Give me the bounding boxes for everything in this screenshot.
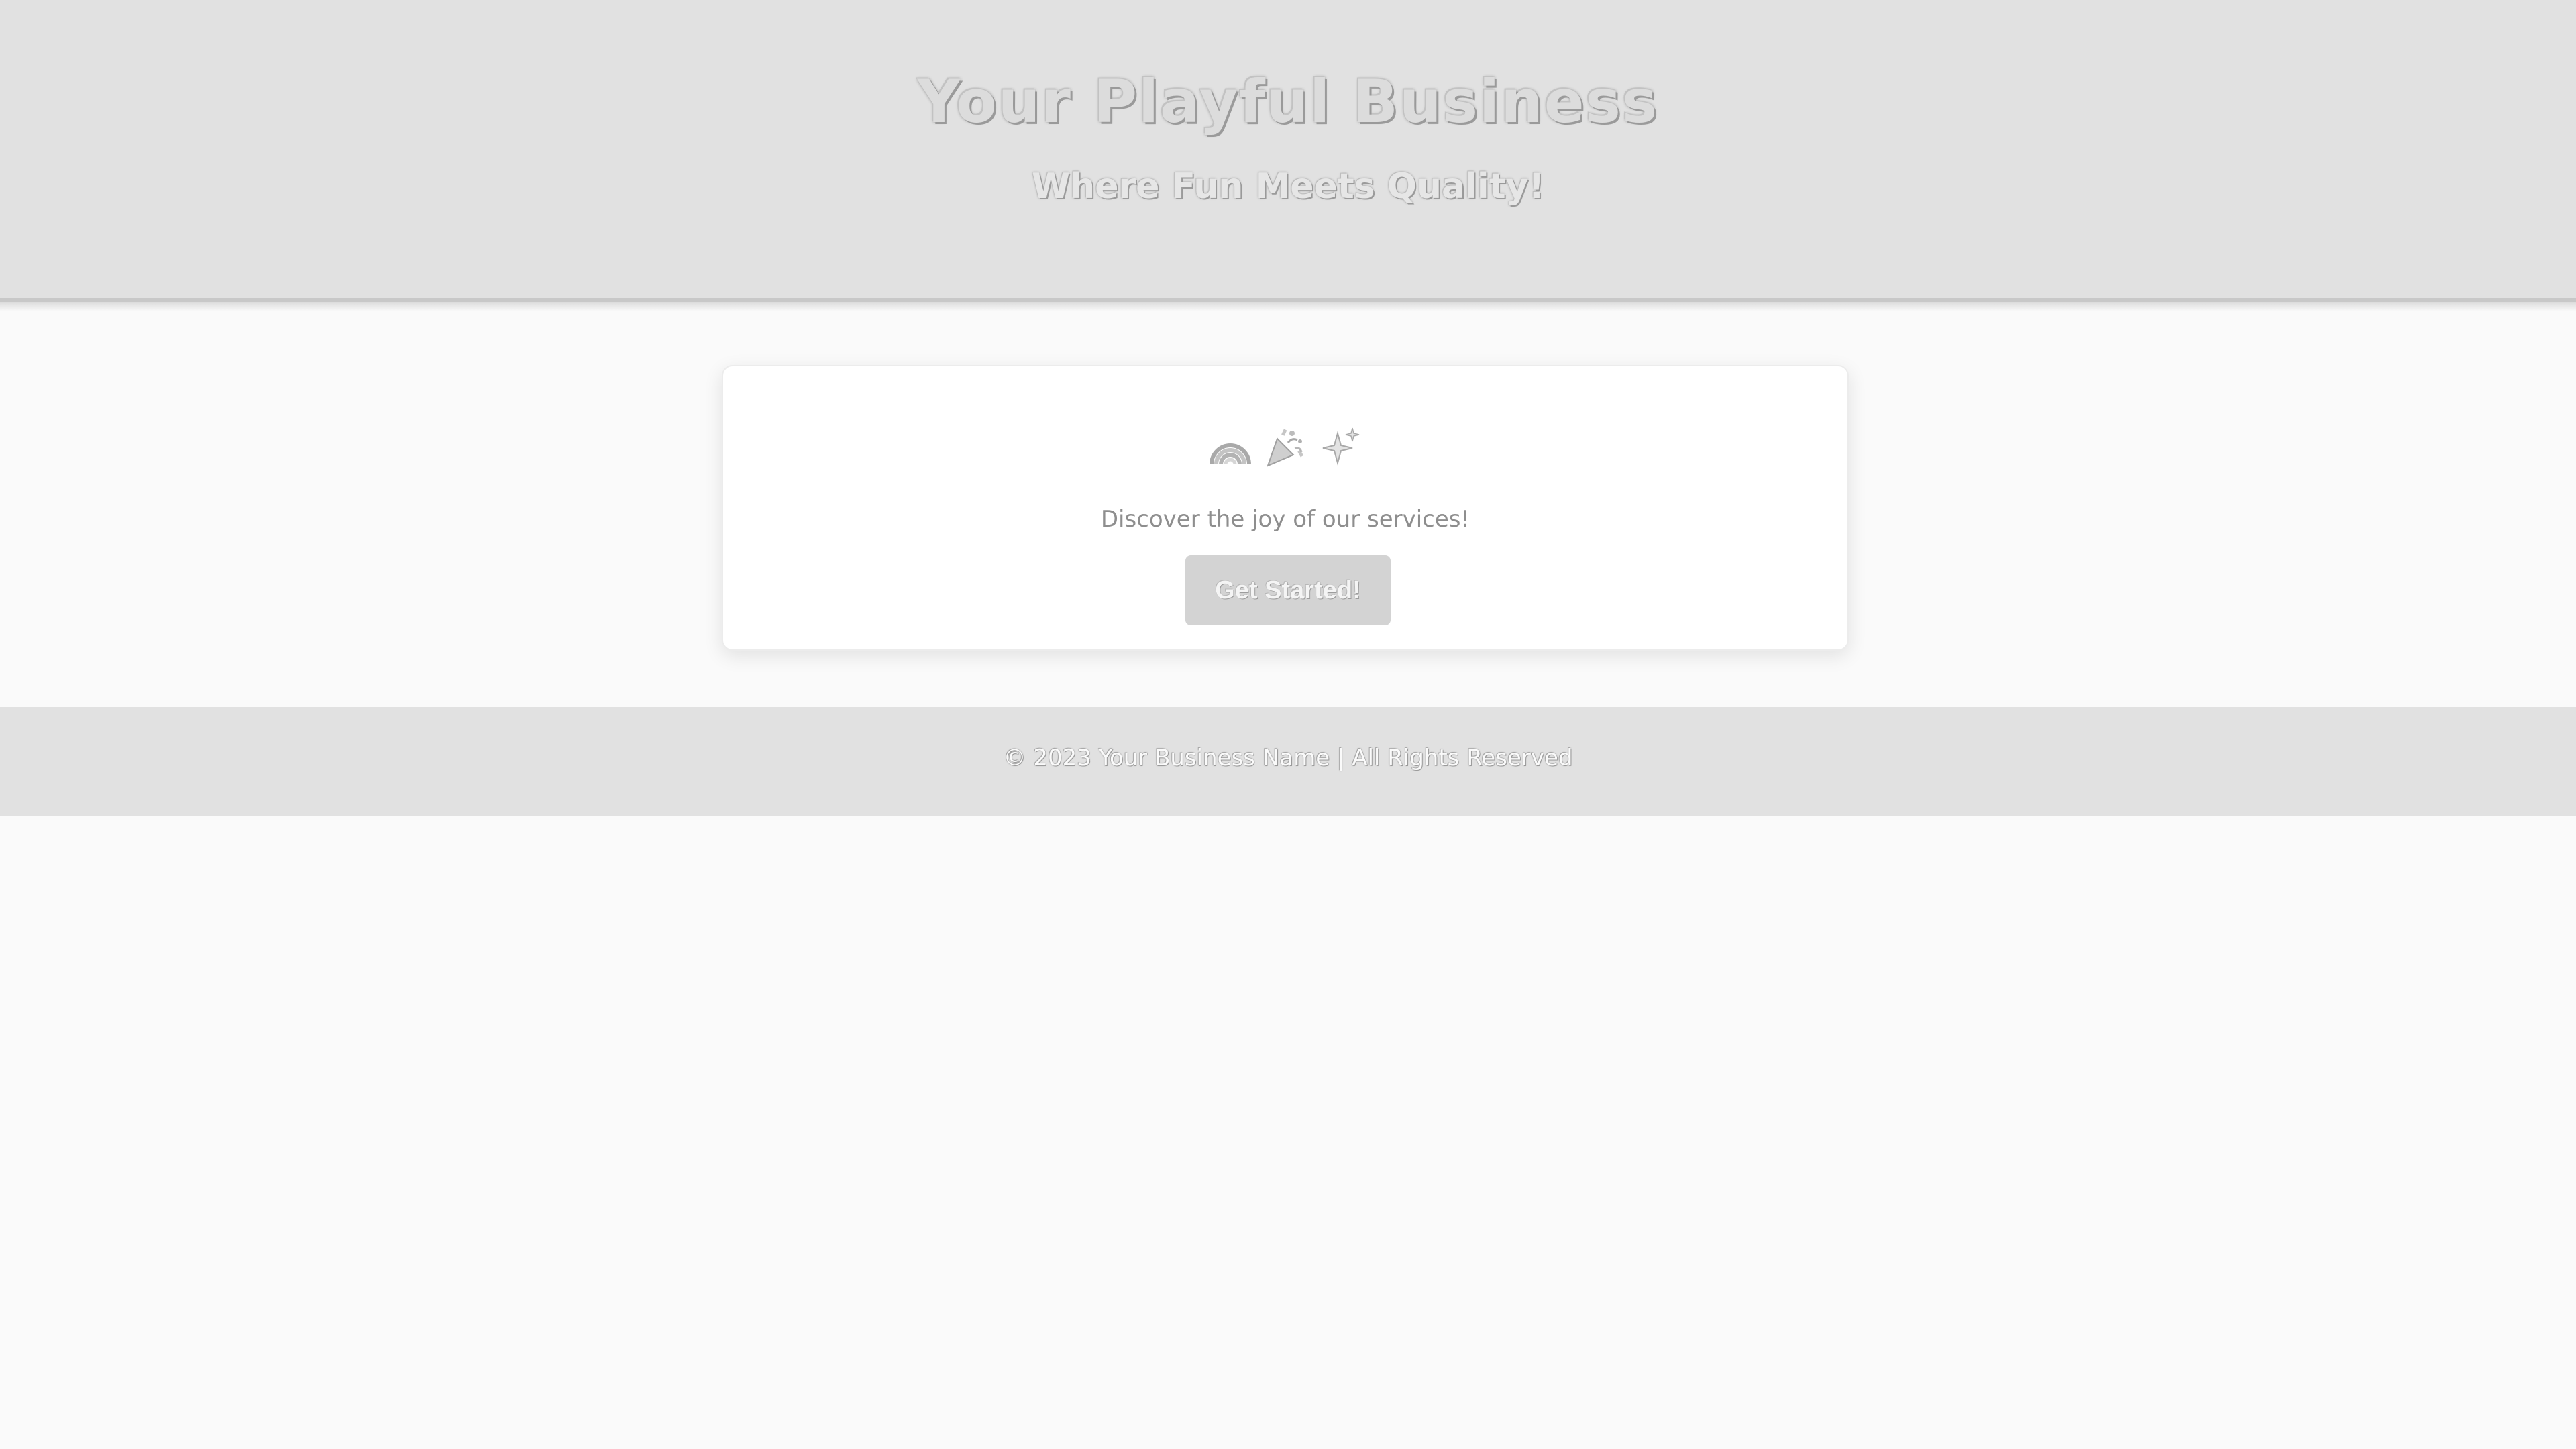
site-header: Your Playful Business Where Fun Meets Qu… xyxy=(0,0,2576,302)
get-started-button[interactable]: Get Started! xyxy=(1185,555,1391,625)
welcome-card: Discover the joy of our services! Get St… xyxy=(722,365,1849,651)
emoji-row xyxy=(723,420,1847,474)
footer-copyright: © 2023 Your Business Name | All Rights R… xyxy=(1003,745,1573,771)
site-footer: © 2023 Your Business Name | All Rights R… xyxy=(0,707,2576,816)
site-tagline: Where Fun Meets Quality! xyxy=(1031,166,1545,207)
rainbow-icon xyxy=(1208,424,1253,470)
sparkles-icon xyxy=(1318,424,1363,470)
confetti-icon xyxy=(1263,424,1308,470)
header-divider xyxy=(0,302,2576,311)
card-description: Discover the joy of our services! xyxy=(1100,506,1470,533)
site-title: Your Playful Business xyxy=(917,67,1659,136)
